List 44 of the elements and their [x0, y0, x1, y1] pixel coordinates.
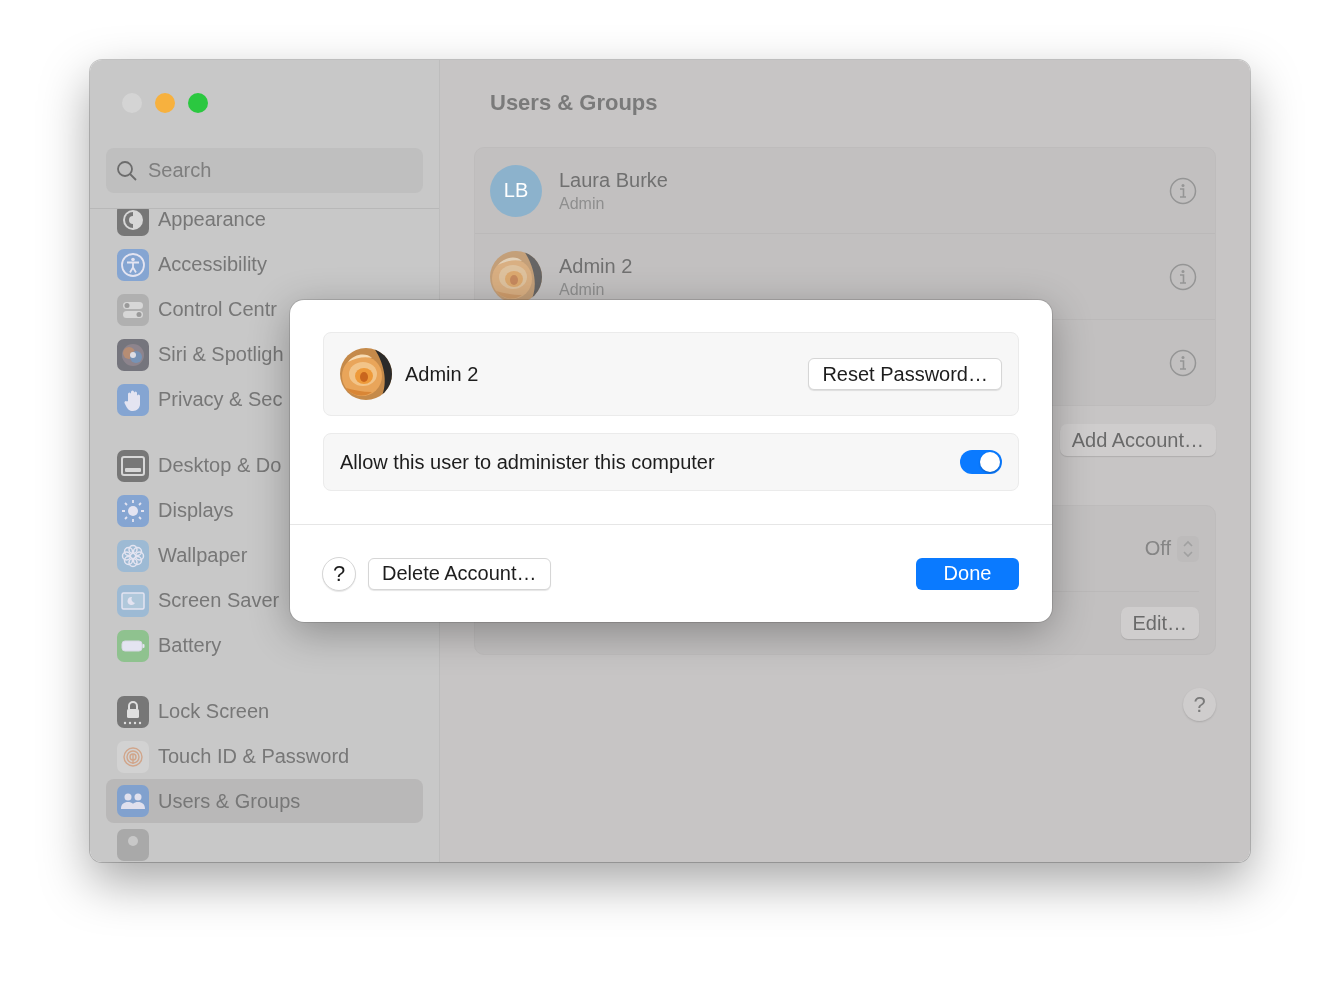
settings-category-icon: [117, 248, 149, 281]
search-icon: [116, 159, 138, 182]
admin-toggle[interactable]: [960, 450, 1002, 474]
add-account-button[interactable]: Add Account…: [1059, 424, 1216, 456]
avatar-initials: LB: [490, 164, 542, 217]
user-name: Admin 2: [559, 254, 634, 278]
settings-category-icon: [117, 695, 149, 728]
toggle-label: Allow this user to administer this computer: [340, 450, 716, 474]
sidebar-item[interactable]: Appearance: [106, 209, 423, 242]
sidebar-item[interactable]: Control Centr: [106, 287, 423, 332]
settings-category-icon: [117, 449, 149, 482]
user-name: Admin 2: [405, 362, 480, 386]
settings-category-icon: [117, 338, 149, 371]
sidebar-item[interactable]: Touch ID & Password: [106, 734, 423, 779]
sidebar-item[interactable]: Accessibility: [106, 242, 423, 287]
reset-password-button[interactable]: Reset Password…: [808, 358, 1002, 390]
help-button[interactable]: ?: [1183, 688, 1216, 721]
settings-category-icon: [117, 740, 149, 773]
info-icon[interactable]: [1169, 176, 1197, 205]
settings-category-icon: [117, 494, 149, 527]
help-button[interactable]: ?: [322, 556, 356, 591]
stepper-value[interactable]: Off: [1144, 537, 1171, 560]
settings-category-icon: [117, 629, 149, 662]
delete-account-button[interactable]: Delete Account…: [368, 557, 551, 590]
done-button[interactable]: Done: [916, 557, 1019, 590]
settings-category-icon: [117, 785, 149, 817]
user-name: Laura Burke: [559, 168, 669, 192]
sidebar-item[interactable]: Lock Screen: [106, 689, 423, 734]
minimize-button[interactable]: [155, 93, 175, 113]
settings-category-icon: [117, 293, 149, 326]
zoom-button[interactable]: [188, 93, 208, 113]
info-icon[interactable]: [1169, 262, 1197, 291]
settings-category-icon: [117, 209, 149, 236]
sidebar-item[interactable]: Battery: [106, 623, 423, 668]
info-icon[interactable]: [1169, 348, 1197, 377]
settings-category-icon: [117, 383, 149, 416]
sidebar-item[interactable]: Displays: [106, 488, 423, 533]
search-field[interactable]: Search: [106, 148, 423, 193]
sidebar-item[interactable]: Users & Groups: [106, 779, 423, 823]
settings-category-icon: [117, 539, 149, 572]
edit-button[interactable]: Edit…: [1120, 607, 1199, 639]
page-title: Users & Groups: [490, 90, 659, 117]
search-field[interactable]: Search: [148, 148, 413, 193]
settings-category-icon: [117, 584, 149, 617]
